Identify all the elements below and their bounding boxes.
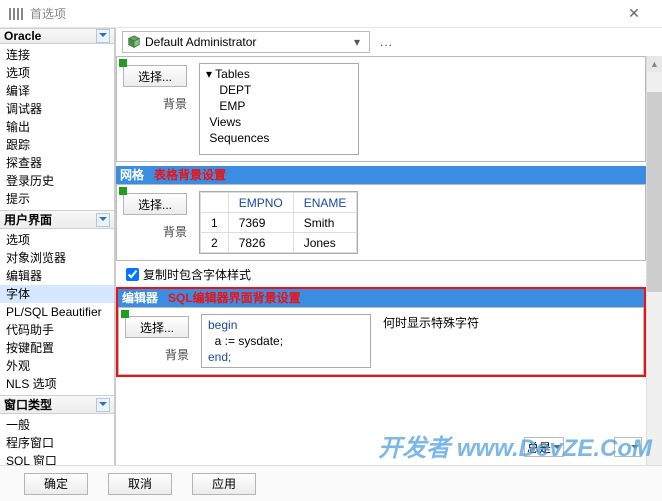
title-bar: 首选项 ✕ (0, 0, 662, 28)
choose-font-button[interactable]: 选择... (125, 316, 189, 338)
nav-item[interactable]: 一般 (0, 416, 114, 434)
special-chars-label: 何时显示特殊字符 (383, 314, 479, 331)
content-pane: Default Administrator ▾ ... 选择... 背景 ▾ T… (115, 28, 662, 465)
nav-item[interactable]: SQL 窗口 (0, 452, 114, 465)
status-indicator (121, 310, 129, 318)
category-header-windows[interactable]: 窗口类型 (0, 395, 114, 414)
copy-style-checkbox[interactable] (126, 268, 139, 281)
background-label: 背景 (123, 91, 187, 112)
nav-item[interactable]: 输出 (0, 118, 114, 136)
choose-font-button[interactable]: 选择... (123, 193, 187, 215)
chevron-down-icon[interactable] (96, 29, 110, 43)
category-sidebar: Oracle 连接 选项 编译 调试器 输出 跟踪 探查器 登录历史 提示 用户… (0, 28, 115, 465)
section-browser: 选择... 背景 ▾ Tables DEPT EMP Views Sequenc… (116, 56, 646, 162)
scroll-up-icon[interactable]: ▲ (647, 56, 662, 72)
preview-tree: ▾ Tables DEPT EMP Views Sequences (199, 63, 359, 155)
nav-item[interactable]: 编辑器 (0, 267, 114, 285)
profile-label: Default Administrator (145, 35, 256, 49)
app-icon (8, 6, 24, 22)
category-header-oracle[interactable]: Oracle (0, 28, 114, 44)
table-row: 2 7826 Jones (201, 233, 357, 253)
preview-grid: EMPNO ENAME 1 7369 Smith 2 7826 (199, 191, 358, 254)
nav-item[interactable]: 代码助手 (0, 321, 114, 339)
chevron-down-icon[interactable] (96, 213, 110, 227)
chevron-down-icon: ▾ (349, 35, 365, 49)
nav-item[interactable]: 程序窗口 (0, 434, 114, 452)
nav-item[interactable]: 探查器 (0, 154, 114, 172)
section-title: 编辑器 (122, 289, 158, 307)
nav-item[interactable]: 对象浏览器 (0, 249, 114, 267)
profile-dropdown[interactable]: Default Administrator ▾ (122, 31, 370, 53)
nav-item[interactable]: 编译 (0, 82, 114, 100)
section-grid: 网格 表格背景设置 选择... 背景 EMPNO EN (116, 166, 646, 261)
status-indicator (119, 187, 127, 195)
vertical-scrollbar[interactable]: ▲ (646, 56, 662, 465)
close-button[interactable]: ✕ (614, 5, 654, 22)
apply-button[interactable]: 应用 (192, 473, 256, 495)
nav-item[interactable]: PL/SQL Beautifier (0, 303, 114, 321)
nav-item-fonts[interactable]: 字体 (0, 285, 114, 303)
section-title: 网格 (120, 166, 144, 184)
overlay-dropdown[interactable] (614, 437, 642, 457)
background-label: 背景 (125, 342, 189, 363)
nav-item[interactable]: 连接 (0, 46, 114, 64)
cube-icon (127, 35, 141, 49)
table-row: 1 7369 Smith (201, 213, 357, 233)
nav-item[interactable]: 跟踪 (0, 136, 114, 154)
copy-style-label: 复制时包含字体样式 (143, 266, 251, 283)
nav-item[interactable]: 选项 (0, 64, 114, 82)
chevron-down-icon[interactable] (96, 398, 110, 412)
ok-button[interactable]: 确定 (24, 473, 88, 495)
dialog-buttons: 确定 取消 应用 (0, 465, 662, 501)
scroll-thumb[interactable] (647, 92, 662, 292)
nav-item[interactable]: 外观 (0, 357, 114, 375)
nav-item[interactable]: NLS 选项 (0, 375, 114, 393)
nav-item[interactable]: 登录历史 (0, 172, 114, 190)
annotation-badge: 表格背景设置 (154, 166, 226, 184)
background-label: 背景 (123, 219, 187, 240)
more-button[interactable]: ... (376, 35, 397, 49)
choose-font-button[interactable]: 选择... (123, 65, 187, 87)
nav-item[interactable]: 调试器 (0, 100, 114, 118)
cancel-button[interactable]: 取消 (108, 473, 172, 495)
category-header-ui[interactable]: 用户界面 (0, 210, 114, 229)
overlay-dropdown[interactable]: 总是 (524, 437, 564, 457)
copy-style-row: 复制时包含字体样式 (126, 265, 646, 283)
window-title: 首选项 (30, 5, 66, 22)
status-indicator (119, 59, 127, 67)
nav-item[interactable]: 选项 (0, 231, 114, 249)
nav-item[interactable]: 按键配置 (0, 339, 114, 357)
nav-item[interactable]: 提示 (0, 190, 114, 208)
section-editor: 编辑器 SQL编辑器界面背景设置 选择... 背景 begin a := sys… (116, 287, 646, 377)
preview-editor: begin a := sysdate; end; (201, 314, 371, 368)
annotation-badge: SQL编辑器界面背景设置 (168, 289, 301, 307)
